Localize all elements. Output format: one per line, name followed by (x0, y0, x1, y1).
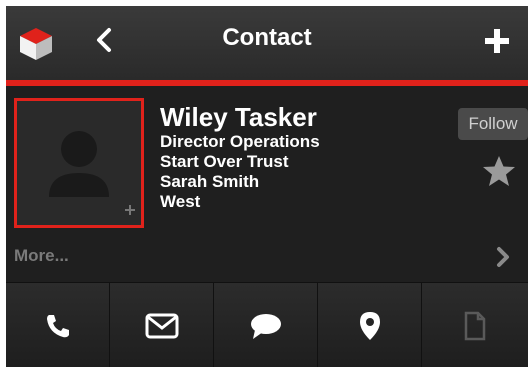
star-icon[interactable] (482, 154, 516, 188)
action-toolbar (6, 282, 528, 367)
mail-icon (145, 313, 178, 338)
call-button[interactable] (6, 283, 110, 367)
follow-button[interactable]: Follow (458, 108, 528, 140)
map-pin-icon (359, 311, 380, 340)
header-bar: Contact (6, 6, 528, 80)
app-frame: Contact Wiley Tasker Director Operations… (6, 6, 528, 367)
phone-icon (46, 314, 69, 337)
chat-button[interactable] (214, 283, 318, 367)
contact-region: West (160, 192, 201, 211)
avatar[interactable] (14, 98, 144, 228)
email-button[interactable] (110, 283, 214, 367)
person-placeholder-icon (49, 131, 135, 215)
location-button[interactable] (318, 283, 422, 367)
document-icon (464, 311, 486, 340)
contact-info: Wiley Tasker Director Operations Start O… (160, 102, 320, 212)
contact-title: Director Operations (160, 132, 320, 151)
chevron-right-icon[interactable] (496, 246, 510, 268)
plus-icon[interactable] (484, 28, 510, 54)
contact-detail: Wiley Tasker Director Operations Start O… (6, 86, 528, 282)
contact-name: Wiley Tasker (160, 102, 317, 132)
contact-company: Start Over Trust (160, 152, 289, 171)
contact-owner: Sarah Smith (160, 172, 260, 191)
page-title: Contact (222, 24, 312, 51)
notes-button[interactable] (422, 283, 528, 367)
chat-icon (250, 313, 281, 339)
more-link[interactable]: More... (14, 246, 69, 266)
